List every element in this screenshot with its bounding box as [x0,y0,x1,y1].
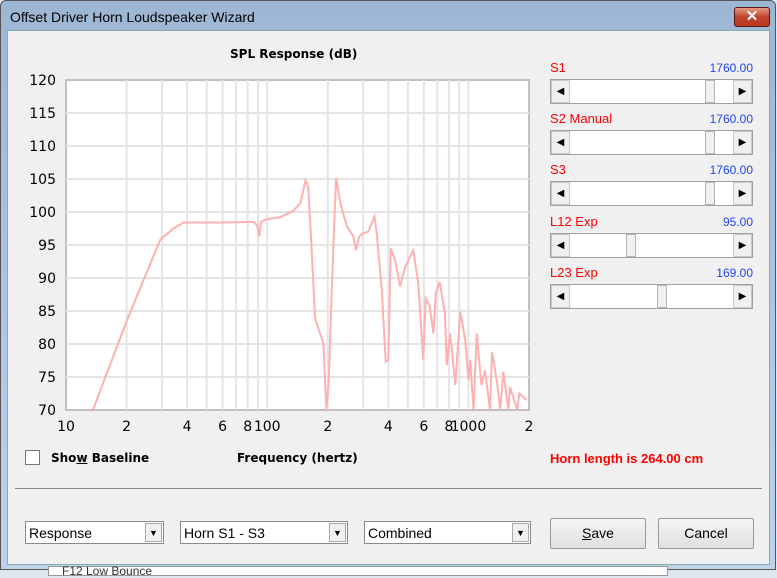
x-tick-label: 4 [183,419,192,435]
chevron-down-icon[interactable]: ▼ [145,523,162,542]
view-combo[interactable]: Response ▼ [25,521,164,544]
y-tick-label: 90 [38,271,56,287]
scrollbar-thumb[interactable] [626,234,636,257]
label-part: Baseline [88,451,150,465]
y-tick-label: 115 [29,106,56,122]
background-window-text: F12 Low Bounce [62,565,152,577]
x-tick-label: 2 [323,419,332,435]
save-button[interactable]: Save [550,518,646,549]
chevron-down-icon[interactable]: ▼ [329,523,346,542]
slider-scrollbar[interactable]: ◀ ▶ [550,233,753,258]
section-combo-value: Horn S1 - S3 [184,525,265,541]
arrow-right-icon[interactable]: ▶ [733,234,752,257]
slider-value: 1760.00 [653,163,753,177]
x-tick-label: 100 [254,419,281,435]
y-tick-label: 80 [38,337,56,353]
x-tick-label: 2 [122,419,131,435]
arrow-right-icon[interactable]: ▶ [733,131,752,154]
slider-label: L12 Exp [550,214,598,229]
horn-length-text: Horn length is 264.00 cm [550,451,703,466]
arrow-left-icon[interactable]: ◀ [551,80,570,103]
slider-scrollbar[interactable]: ◀ ▶ [550,181,753,206]
arrow-left-icon[interactable]: ◀ [551,182,570,205]
save-accel: S [582,525,591,541]
x-tick-label: 10 [57,419,75,435]
arrow-left-icon[interactable]: ◀ [551,131,570,154]
arrow-right-icon[interactable]: ▶ [733,182,752,205]
scrollbar-thumb[interactable] [705,131,715,154]
slider-value: 95.00 [653,215,753,229]
slider-label: S2 Manual [550,111,612,126]
cancel-button[interactable]: Cancel [658,518,754,549]
slider-scrollbar[interactable]: ◀ ▶ [550,79,753,104]
y-tick-label: 75 [38,370,56,386]
spl-chart: 1201151101051009590858075701024681002468… [0,0,540,440]
x-tick-label: 8 [243,419,252,435]
mode-combo[interactable]: Combined ▼ [364,521,531,544]
slider-value: 1760.00 [653,61,753,75]
slider-label: S3 [550,162,566,177]
x-tick-label: 2 [525,419,534,435]
slider-value: 1760.00 [653,112,753,126]
arrow-right-icon[interactable]: ▶ [733,285,752,308]
y-tick-label: 85 [38,304,56,320]
x-tick-label: 1000 [451,419,487,435]
mode-combo-value: Combined [368,525,432,541]
y-tick-label: 70 [38,403,56,419]
chevron-down-icon[interactable]: ▼ [512,523,529,542]
close-button[interactable]: ✕ [734,7,770,27]
label-part: Sho [51,451,76,465]
y-tick-label: 120 [29,73,56,89]
label-accel: w [76,451,87,465]
x-axis-label: Frequency (hertz) [237,451,358,465]
y-tick-label: 100 [29,205,56,221]
x-tick-label: 6 [218,419,227,435]
slider-scrollbar[interactable]: ◀ ▶ [550,284,753,309]
scrollbar-thumb[interactable] [705,80,715,103]
scrollbar-thumb[interactable] [657,285,667,308]
y-tick-label: 95 [38,238,56,254]
scrollbar-thumb[interactable] [705,182,715,205]
section-combo[interactable]: Horn S1 - S3 ▼ [180,521,348,544]
save-label: ave [591,525,614,541]
view-combo-value: Response [29,525,92,541]
slider-scrollbar[interactable]: ◀ ▶ [550,130,753,155]
arrow-left-icon[interactable]: ◀ [551,285,570,308]
y-tick-label: 105 [29,172,56,188]
x-tick-label: 4 [384,419,393,435]
slider-label: S1 [550,60,566,75]
slider-value: 169.00 [653,266,753,280]
show-baseline-label[interactable]: Show Baseline [51,451,149,465]
show-baseline-checkbox[interactable] [25,450,40,465]
arrow-right-icon[interactable]: ▶ [733,80,752,103]
slider-label: L23 Exp [550,265,598,280]
y-tick-label: 110 [29,139,56,155]
arrow-left-icon[interactable]: ◀ [551,234,570,257]
divider [15,488,762,489]
x-tick-label: 6 [419,419,428,435]
